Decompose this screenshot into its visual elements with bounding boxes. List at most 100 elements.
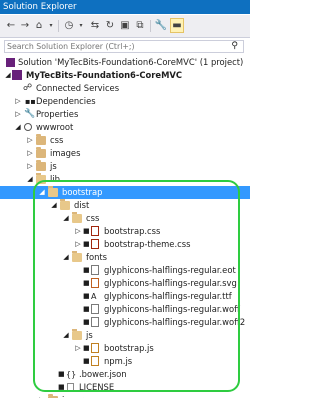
- tree-item-bootstrap-theme-css[interactable]: ▷ ■ bootstrap-theme.css: [0, 238, 250, 251]
- tree-item-lib[interactable]: ◢ lib: [0, 173, 250, 186]
- tree-item-label: Solution 'MyTecBits-Foundation6-CoreMVC'…: [18, 57, 244, 67]
- pending-changes-icon[interactable]: ◷: [62, 18, 76, 33]
- preview-selected-items-icon[interactable]: ▬: [170, 18, 184, 33]
- tree-item-css[interactable]: ▷ css: [0, 134, 250, 147]
- tree-item-jquery[interactable]: ▷ jquery: [0, 394, 250, 398]
- tree-item-bootstrap-css[interactable]: ▷ ■ bootstrap.css: [0, 225, 250, 238]
- tree-item-images[interactable]: ▷ images: [0, 147, 250, 160]
- tree-item-bootstrap-js[interactable]: ▷ ■ bootstrap.js: [0, 342, 250, 355]
- lock-icon: ■: [83, 240, 90, 248]
- home-dropdown-icon[interactable]: ▾: [46, 18, 56, 33]
- tree-item-label: dist: [74, 200, 90, 210]
- back-icon[interactable]: ←: [4, 18, 18, 33]
- collapsed-arrow-icon[interactable]: ▷: [74, 342, 82, 355]
- tree-item-label: js: [50, 161, 57, 171]
- expanded-arrow-icon[interactable]: ◢: [50, 199, 58, 212]
- tree-item-js[interactable]: ▷ js: [0, 160, 250, 173]
- collapsed-arrow-icon[interactable]: ▷: [26, 147, 34, 160]
- collapsed-arrow-icon[interactable]: ▷: [14, 95, 22, 108]
- collapsed-arrow-icon[interactable]: ▷: [38, 394, 46, 398]
- home-icon[interactable]: ⌂: [32, 18, 46, 33]
- tree-item-label: fonts: [86, 252, 108, 262]
- tree-item-label: .bower.json: [79, 369, 127, 379]
- tree-item-label: images: [50, 148, 81, 158]
- toolbar-separator: [150, 20, 151, 32]
- file-icon: [67, 383, 74, 392]
- forward-icon[interactable]: →: [18, 18, 32, 33]
- globe-icon: [24, 123, 32, 131]
- refresh-icon[interactable]: ↻: [103, 18, 117, 33]
- search-box[interactable]: ⚲: [4, 40, 244, 53]
- search-icon[interactable]: ⚲: [231, 41, 238, 51]
- tree-item-dependencies[interactable]: ▷ ▪▪ Dependencies: [0, 95, 250, 108]
- tree-item-label: bootstrap.js: [104, 343, 154, 353]
- collapsed-arrow-icon[interactable]: ▷: [14, 108, 22, 121]
- tree-item-npm-js[interactable]: ■ npm.js: [0, 355, 250, 368]
- sync-icon[interactable]: ⇆: [88, 18, 102, 33]
- tree-item-font-woff[interactable]: ■ glyphicons-halflings-regular.woff: [0, 303, 250, 316]
- css-file-icon: [91, 226, 99, 236]
- tree-item-label: bootstrap.css: [104, 226, 161, 236]
- font-file-icon: [91, 265, 99, 275]
- js-file-icon: [91, 343, 99, 353]
- collapsed-arrow-icon[interactable]: ▷: [26, 134, 34, 147]
- tree-item-dist-js[interactable]: ◢ js: [0, 329, 250, 342]
- tree-item-font-svg[interactable]: ■ glyphicons-halflings-regular.svg: [0, 277, 250, 290]
- collapse-all-icon[interactable]: ▣: [118, 18, 132, 33]
- expanded-arrow-icon[interactable]: ◢: [62, 251, 70, 264]
- tree-item-label: css: [86, 213, 100, 223]
- tree-item-dist[interactable]: ◢ dist: [0, 199, 250, 212]
- tree-item-label: glyphicons-halflings-regular.woff: [104, 304, 240, 314]
- tree-item-label: bootstrap: [62, 187, 103, 197]
- folder-icon: [36, 147, 46, 158]
- font-file-icon: [91, 317, 99, 327]
- collapsed-arrow-icon[interactable]: ▷: [74, 225, 82, 238]
- tree-item-solution[interactable]: Solution 'MyTecBits-Foundation6-CoreMVC'…: [0, 56, 250, 69]
- lock-icon: ■: [83, 227, 90, 235]
- tree-item-dist-css[interactable]: ◢ css: [0, 212, 250, 225]
- show-all-files-icon[interactable]: ⧉: [133, 18, 147, 33]
- toolbar-separator: [58, 20, 59, 32]
- tree-item-font-ttf[interactable]: ■ A glyphicons-halflings-regular.ttf: [0, 290, 250, 303]
- tree-item-bower-json[interactable]: ■ {} .bower.json: [0, 368, 250, 381]
- solution-icon: [6, 58, 15, 67]
- pending-dropdown-icon[interactable]: ▾: [76, 18, 86, 33]
- tree-item-label: wwwroot: [36, 122, 74, 132]
- folder-open-icon: [60, 199, 70, 210]
- tree-item-font-woff2[interactable]: ■ glyphicons-halflings-regular.woff2: [0, 316, 250, 329]
- tree-item-font-eot[interactable]: ■ glyphicons-halflings-regular.eot: [0, 264, 250, 277]
- tree-item-label: lib: [50, 174, 60, 184]
- font-file-icon: [91, 304, 99, 314]
- lock-icon: ■: [83, 318, 90, 326]
- expanded-arrow-icon[interactable]: ◢: [4, 69, 12, 82]
- tree-item-properties[interactable]: ▷ 🔧 Properties: [0, 108, 250, 121]
- lock-icon: ■: [58, 383, 65, 391]
- expanded-arrow-icon[interactable]: ◢: [62, 329, 70, 342]
- tree-item-license[interactable]: ■ LICENSE: [0, 381, 250, 394]
- tree-item-label: glyphicons-halflings-regular.svg: [104, 278, 237, 288]
- tree-item-label: bootstrap-theme.css: [104, 239, 191, 249]
- tree-item-label: glyphicons-halflings-regular.ttf: [104, 291, 232, 301]
- collapsed-arrow-icon[interactable]: ▷: [74, 238, 82, 251]
- collapsed-arrow-icon[interactable]: ▷: [26, 160, 34, 173]
- folder-open-icon: [72, 329, 82, 340]
- tree-item-connected-services[interactable]: ☍ Connected Services: [0, 82, 250, 95]
- expanded-arrow-icon[interactable]: ◢: [62, 212, 70, 225]
- tree-item-label: Properties: [36, 109, 79, 119]
- expanded-arrow-icon[interactable]: ◢: [26, 173, 34, 186]
- tree-item-fonts[interactable]: ◢ fonts: [0, 251, 250, 264]
- tree-item-wwwroot[interactable]: ◢ wwwroot: [0, 121, 250, 134]
- expanded-arrow-icon[interactable]: ◢: [14, 121, 22, 134]
- tree-item-bootstrap[interactable]: ◢ bootstrap: [0, 186, 250, 199]
- folder-open-icon: [72, 212, 82, 223]
- tree-item-label: Connected Services: [36, 83, 120, 93]
- expanded-arrow-icon[interactable]: ◢: [38, 186, 46, 199]
- search-input[interactable]: [7, 41, 222, 52]
- folder-open-icon: [36, 173, 46, 184]
- folder-open-icon: [72, 251, 82, 262]
- folder-icon: [36, 134, 46, 145]
- lock-icon: ■: [83, 344, 90, 352]
- properties-wrench-icon[interactable]: 🔧: [154, 18, 168, 33]
- tree-item-project[interactable]: ◢ MyTecBits-Foundation6-CoreMVC: [0, 69, 250, 82]
- lock-icon: ■: [83, 266, 90, 274]
